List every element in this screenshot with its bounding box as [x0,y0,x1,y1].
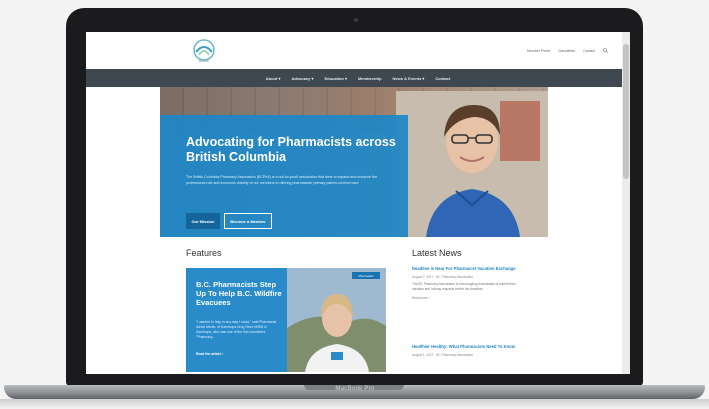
news-meta: August 1, 2017 · BC Pharmacy Association [412,353,473,357]
feature-read-more-link[interactable]: Read the article › [196,352,223,356]
feature-badge: Pharmacist [352,272,380,279]
site-header: BCPhA Member Portal Classifieds Contact [86,32,630,69]
news-meta: August 2, 2017 · BC Pharmacy Association [412,275,473,279]
feature-card[interactable]: Pharmacist B.C. Pharmacists Step Up To H… [186,268,386,372]
nav-item-education[interactable]: Education ▾ [325,76,347,81]
news-excerpt: The BC Pharmacy Association is encouragi… [412,282,516,291]
our-mission-button[interactable]: Our Mission [186,213,220,229]
pharmacist-photo [396,91,548,237]
become-member-button[interactable]: Become a Member [224,213,272,229]
logo-text: BCPhA [199,59,209,63]
hero-description: The British Columbia Pharmacy Associatio… [186,175,378,185]
nav-item-advocacy[interactable]: Advocacy ▾ [291,76,313,81]
feature-excerpt: "I wanted to help in any way I could," s… [196,320,277,339]
feature-photo [287,268,386,372]
hero-banner: Advocating for Pharmacists across Britis… [160,87,548,237]
news-title[interactable]: Healthier Healthy: What Pharmacists Need… [412,344,520,350]
news-read-more-link[interactable]: Read more › [412,296,520,300]
util-link-member-portal[interactable]: Member Portal [527,49,550,53]
laptop-screen: BCPhA Member Portal Classifieds Contact … [86,32,630,374]
latest-news-heading: Latest News [412,248,462,258]
utility-nav: Member Portal Classifieds Contact [527,48,608,53]
nav-item-membership[interactable]: Membership [358,76,382,81]
nav-item-contact[interactable]: Contact [435,76,450,81]
model-label: MacBook Pro [335,386,375,392]
camera-icon [354,18,358,22]
nav-item-news-events[interactable]: News & Events ▾ [393,76,425,81]
search-icon[interactable] [603,48,608,53]
main-nav: About ▾ Advocacy ▾ Education ▾ Membershi… [86,69,630,87]
news-item[interactable]: Deadline is Near For Pharmacist Vacation… [412,266,520,300]
features-heading: Features [186,248,222,258]
laptop-shadow [0,399,709,409]
scrollbar-thumb[interactable] [623,44,629,179]
nav-item-about[interactable]: About ▾ [266,76,281,81]
util-link-contact[interactable]: Contact [583,49,595,53]
feature-title[interactable]: B.C. Pharmacists Step Up To Help B.C. Wi… [196,280,288,307]
util-link-classifieds[interactable]: Classifieds [558,49,575,53]
hero-title: Advocating for Pharmacists across Britis… [186,135,396,164]
news-title[interactable]: Deadline is Near For Pharmacist Vacation… [412,266,520,272]
news-item[interactable]: Healthier Healthy: What Pharmacists Need… [412,344,520,357]
